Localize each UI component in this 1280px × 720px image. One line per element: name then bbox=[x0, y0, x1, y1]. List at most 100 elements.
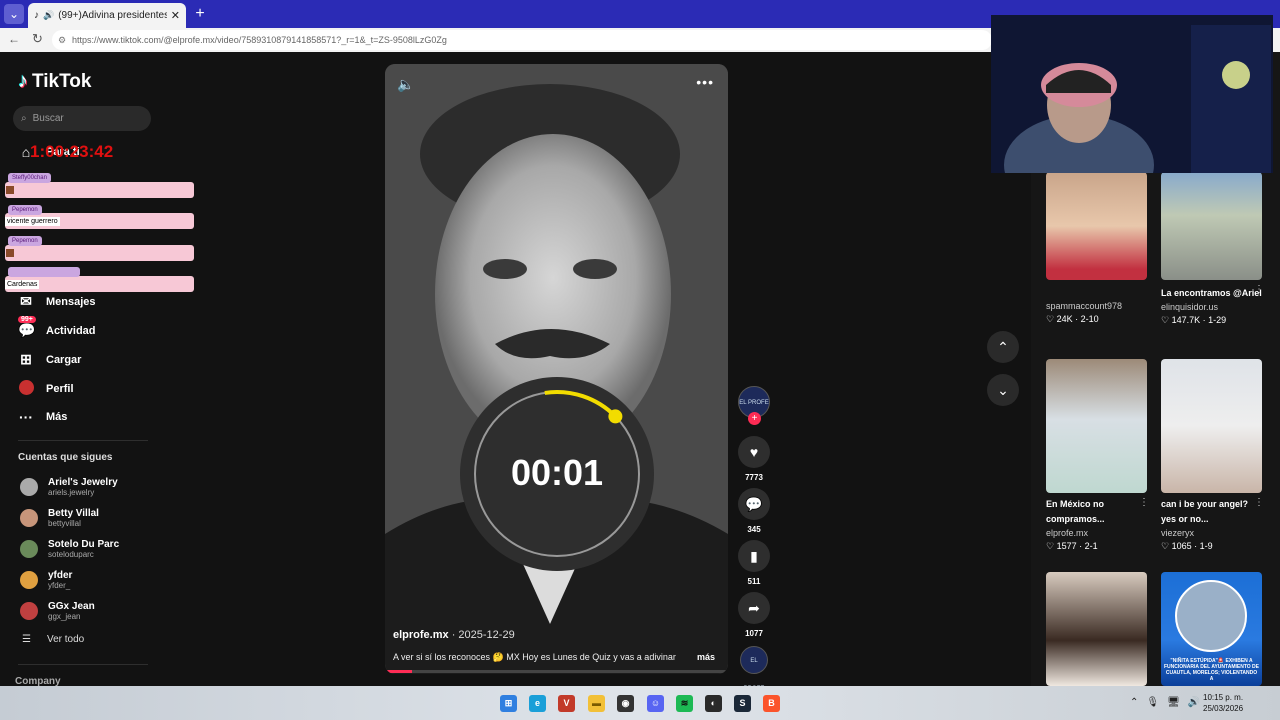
previous-video-button[interactable]: ⌃ bbox=[987, 331, 1019, 363]
card-username: elinquisidor.us bbox=[1161, 302, 1219, 312]
nav-mensajes[interactable]: ✉13 Mensajes bbox=[18, 285, 96, 310]
like-action[interactable]: ♥ 7773 bbox=[738, 436, 770, 482]
recommended-video-card[interactable] bbox=[1046, 572, 1147, 686]
start-menu-icon[interactable]: ⊞ bbox=[500, 695, 517, 712]
nav-actividad-label: Actividad bbox=[46, 324, 96, 337]
account-handle: ggx_jean bbox=[48, 612, 81, 621]
new-tab-button[interactable]: + bbox=[192, 5, 208, 23]
see-all-link[interactable]: ☰ Ver todo bbox=[22, 634, 84, 645]
video-thumbnail[interactable] bbox=[1161, 172, 1262, 280]
obs-icon[interactable]: ◉ bbox=[617, 695, 634, 712]
site-info-icon[interactable]: ⚙ bbox=[58, 30, 66, 50]
following-account[interactable]: Sotelo Du Parc soteloduparc bbox=[20, 539, 119, 559]
recommended-video-card[interactable]: spammaccount978 ♡ 24K · 2-10 bbox=[1046, 172, 1147, 326]
following-account[interactable]: Betty Villal bettyvillal bbox=[20, 508, 99, 528]
following-account[interactable]: GGx Jean ggx_jean bbox=[20, 601, 95, 621]
close-tab-icon[interactable]: ✕ bbox=[171, 9, 180, 22]
save-action[interactable]: ▮ 511 bbox=[738, 540, 770, 586]
file-explorer-icon[interactable]: ▬ bbox=[588, 695, 605, 712]
share-icon[interactable]: ➦ bbox=[738, 592, 770, 624]
video-thumbnail[interactable] bbox=[1161, 359, 1262, 493]
heart-icon: ♡ bbox=[1046, 314, 1057, 324]
account-name: Ariel's Jewelry bbox=[48, 477, 118, 488]
chat-username: Pepemon bbox=[8, 236, 42, 246]
nav-mas[interactable]: ··· Más bbox=[18, 409, 67, 425]
video-player[interactable]: 🔈 ••• 00:01 elprofe.mx · 2025-12-29 A ve… bbox=[385, 64, 728, 674]
comment-action[interactable]: 💬 345 bbox=[738, 488, 770, 534]
video-thumbnail[interactable] bbox=[1046, 359, 1147, 493]
heart-icon: ♡ bbox=[1161, 541, 1172, 551]
nav-perfil[interactable]: Perfil bbox=[18, 380, 74, 398]
video-thumbnail[interactable] bbox=[1046, 172, 1147, 280]
avatar bbox=[20, 478, 38, 496]
video-thumbnail[interactable]: "NIÑITA ESTÚPIDA"🚨 EXHIBEN A FUNCIONARIA… bbox=[1161, 572, 1262, 686]
card-stats: ♡ 147.7K · 1-29 bbox=[1161, 315, 1227, 325]
next-video-button[interactable]: ⌄ bbox=[987, 374, 1019, 406]
back-arrow-icon[interactable]: ← bbox=[8, 32, 20, 46]
more-options-icon[interactable]: ⋮ bbox=[1139, 497, 1149, 508]
video-author[interactable]: elprofe.mx · 2025-12-29 bbox=[393, 629, 515, 641]
address-bar[interactable]: ⚙ https://www.tiktok.com/@elprofe.mx/vid… bbox=[52, 30, 992, 50]
video-username: elprofe.mx bbox=[393, 629, 449, 641]
actividad-badge: 99+ bbox=[18, 316, 36, 323]
emote-icon bbox=[6, 249, 14, 257]
voicemod-icon[interactable]: V bbox=[558, 695, 575, 712]
save-count: 511 bbox=[747, 577, 761, 586]
steam-icon[interactable]: S bbox=[734, 695, 751, 712]
reload-icon[interactable]: ↻ bbox=[32, 31, 43, 47]
tiktok-logo[interactable]: ♪ TikTok bbox=[18, 70, 91, 93]
nav-actividad[interactable]: 💬 99+ Actividad bbox=[18, 316, 96, 339]
following-header: Cuentas que sigues bbox=[18, 452, 113, 463]
app-icon[interactable]: ◐ bbox=[705, 695, 722, 712]
discord-icon[interactable]: ☺ bbox=[647, 695, 664, 712]
video-frame-portrait bbox=[385, 64, 728, 674]
video-thumbnail[interactable] bbox=[1046, 572, 1147, 686]
active-browser-tab[interactable]: ♪ 🔊 (99+)Adivina presidentes de ✕ bbox=[28, 3, 186, 28]
system-tray[interactable]: ⌃🎙🖥🔊 bbox=[1130, 697, 1208, 708]
video-date: 2025-12-29 bbox=[458, 629, 515, 641]
following-account[interactable]: yfder yfder_ bbox=[20, 570, 72, 590]
sidebar-divider bbox=[18, 440, 148, 441]
comment-icon[interactable]: 💬 bbox=[738, 488, 770, 520]
nav-cargar[interactable]: ⊞ Cargar bbox=[18, 351, 81, 368]
account-name: yfder bbox=[48, 570, 73, 581]
see-all-label: Ver todo bbox=[46, 634, 85, 645]
heart-icon[interactable]: ♥ bbox=[738, 436, 770, 468]
brave-browser-icon[interactable]: B bbox=[763, 695, 780, 712]
search-icon: ⌕ bbox=[21, 113, 27, 124]
upload-icon: ⊞ bbox=[20, 351, 32, 367]
recommended-video-card[interactable]: ⋮ can i be your angel? yes or no... viez… bbox=[1161, 359, 1264, 553]
caption-more-button[interactable]: más bbox=[697, 652, 715, 662]
tab-audio-icon[interactable]: 🔊 bbox=[43, 10, 54, 21]
more-dots-icon: ··· bbox=[19, 409, 33, 425]
follow-plus-button[interactable]: + bbox=[748, 412, 761, 425]
account-handle: soteloduparc bbox=[48, 550, 94, 559]
volume-icon[interactable]: 🔈 bbox=[397, 76, 414, 93]
chat-username: Pepemon bbox=[8, 205, 42, 215]
spotify-icon[interactable]: ≋ bbox=[676, 695, 693, 712]
card-username: spammaccount978 bbox=[1046, 301, 1123, 311]
search-input[interactable]: ⌕ Buscar bbox=[13, 106, 151, 131]
music-disc-icon[interactable]: EL PROFE bbox=[740, 646, 768, 692]
taskbar-clock[interactable]: 10:15 p. m. 25/03/2026 bbox=[1203, 692, 1243, 714]
recommended-video-card[interactable]: ⋮ En México no compramos... elprofe.mx ♡… bbox=[1046, 359, 1149, 553]
video-progress-bar[interactable] bbox=[385, 670, 728, 673]
more-options-icon[interactable]: ⋮ bbox=[1254, 284, 1264, 295]
like-count: 7773 bbox=[745, 473, 763, 482]
edge-browser-icon[interactable]: e bbox=[529, 695, 546, 712]
account-name: Betty Villal bbox=[48, 508, 99, 519]
card-stats: ♡ 1577 · 2-1 bbox=[1046, 541, 1098, 551]
taskbar-date: 25/03/2026 bbox=[1203, 704, 1244, 713]
share-action[interactable]: ➦ 1077 bbox=[738, 592, 770, 638]
profile-avatar-icon bbox=[18, 380, 34, 398]
messages-icon: ✉13 bbox=[18, 285, 36, 310]
tab-actions-button[interactable]: ⌄ bbox=[4, 4, 24, 24]
bookmark-icon[interactable]: ▮ bbox=[738, 540, 770, 572]
recommended-video-card[interactable]: "NIÑITA ESTÚPIDA"🚨 EXHIBEN A FUNCIONARIA… bbox=[1161, 572, 1262, 686]
more-options-icon[interactable]: ⋮ bbox=[1254, 497, 1264, 508]
nav-mas-label: Más bbox=[46, 411, 68, 423]
chat-message: Cardenas bbox=[5, 280, 40, 289]
video-options-icon[interactable]: ••• bbox=[696, 74, 714, 90]
following-account[interactable]: Ariel's Jewelry ariels.jewelry bbox=[20, 477, 118, 497]
recommended-video-card[interactable]: ⋮ La encontramos @Ariel Arancibia... eli… bbox=[1161, 172, 1264, 327]
